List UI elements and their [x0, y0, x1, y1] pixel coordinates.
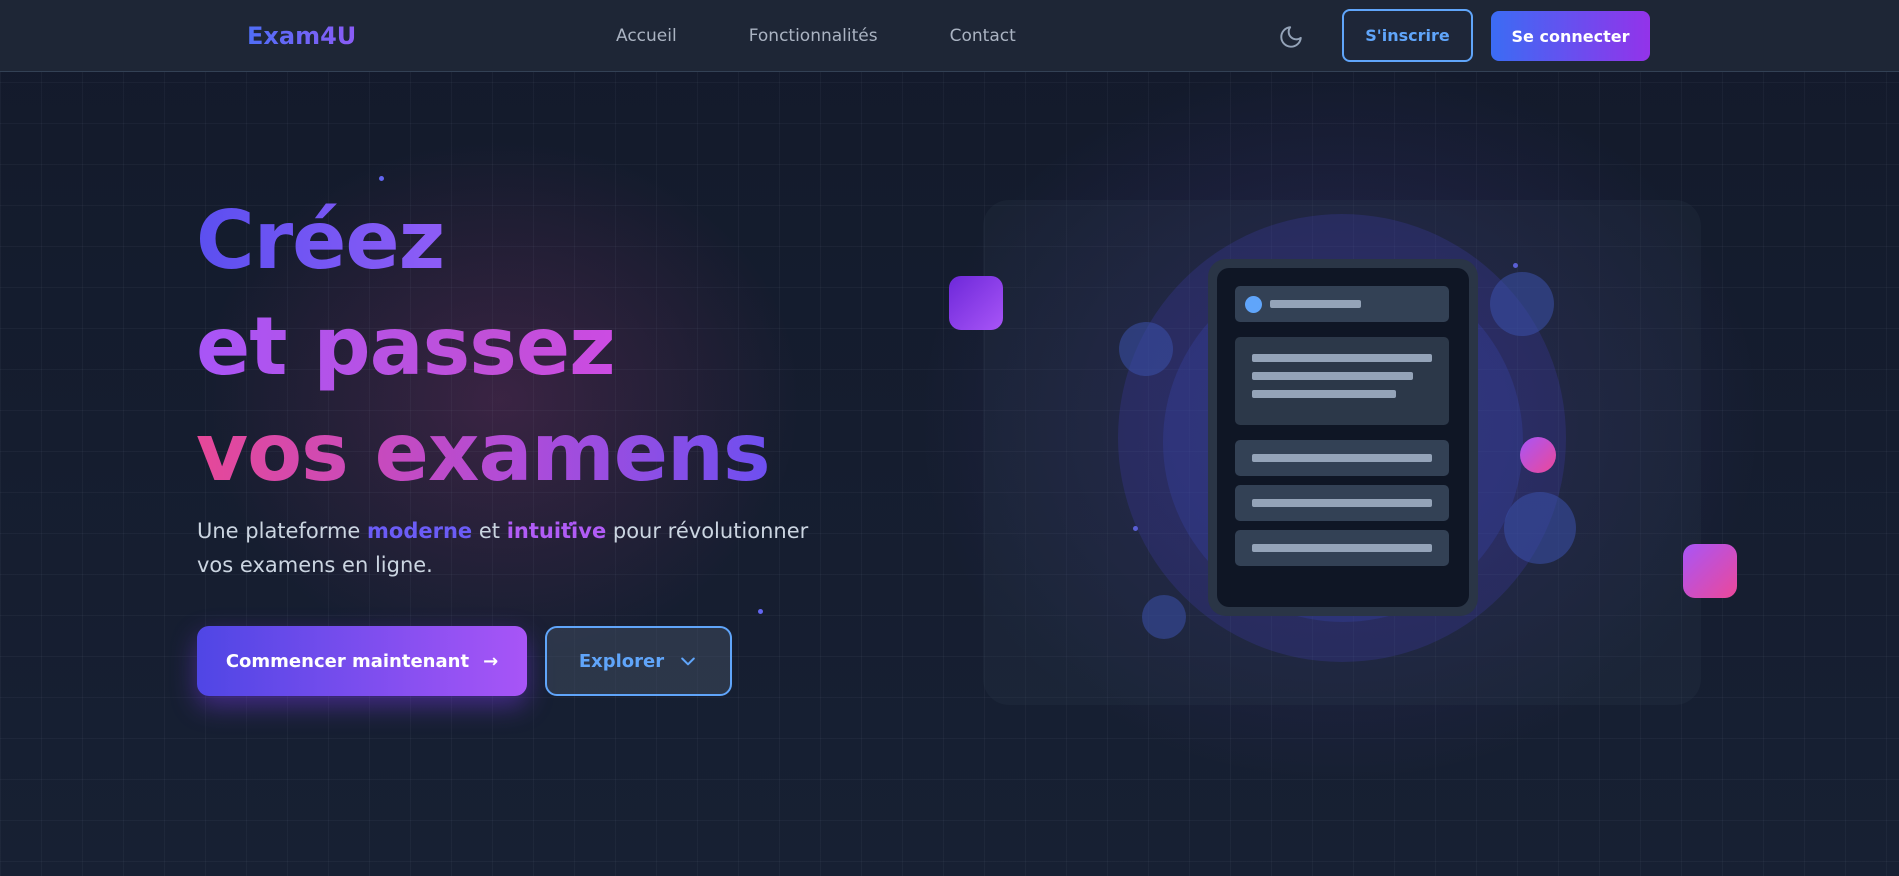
mockup-header-card: [1235, 286, 1449, 322]
mockup-text-line: [1252, 372, 1413, 380]
subtitle-text-start: Une plateforme: [197, 519, 368, 543]
floating-gradient-dot: [1520, 437, 1556, 473]
nav-link-contact[interactable]: Contact: [950, 26, 1016, 46]
start-now-label: Commencer maintenant: [225, 650, 470, 672]
mockup-text-line: [1252, 544, 1432, 552]
mockup-text-line: [1252, 454, 1432, 462]
floating-circle: [1504, 492, 1576, 564]
floating-circle: [1142, 595, 1186, 639]
explore-label: Explorer: [578, 650, 665, 672]
moon-icon: [1280, 26, 1302, 48]
theme-toggle-button[interactable]: [1278, 24, 1304, 50]
floating-square-purple: [949, 276, 1003, 330]
mockup-avatar-dot: [1245, 296, 1262, 313]
subtitle-highlight-moderne: moderne: [367, 519, 473, 543]
login-button[interactable]: Se connecter: [1491, 11, 1650, 61]
explore-button[interactable]: Explorer: [545, 626, 732, 696]
hero-title-line-1: Créez: [196, 188, 770, 294]
decorative-dot: [758, 609, 763, 614]
chevron-down-icon: [681, 657, 695, 666]
mockup-option-row: [1235, 530, 1449, 566]
mockup-text-line: [1252, 390, 1396, 398]
start-now-button[interactable]: Commencer maintenant →: [197, 626, 527, 696]
subtitle-highlight-intuitive: intuitive: [506, 519, 607, 543]
floating-circle: [1490, 272, 1554, 336]
device-mockup: [1208, 259, 1478, 616]
main-nav: Accueil Fonctionnalités Contact: [616, 26, 1088, 46]
nav-link-accueil[interactable]: Accueil: [616, 26, 677, 46]
hero-title: Créez et passez vos examens: [196, 188, 771, 506]
mockup-text-line: [1270, 300, 1361, 308]
subtitle-text-middle: et: [472, 519, 507, 543]
mockup-content-card: [1235, 337, 1449, 425]
floating-circle: [1119, 322, 1173, 376]
hero-title-line-3: vos examens: [196, 400, 771, 506]
mockup-option-row: [1235, 485, 1449, 521]
nav-link-fonctionnalites[interactable]: Fonctionnalités: [749, 26, 878, 46]
device-screen: [1217, 268, 1469, 607]
hero-subtitle: Une plateforme moderne et intuitive pour…: [197, 514, 837, 582]
brand-logo[interactable]: Exam4U: [247, 22, 356, 50]
top-navbar: Exam4U Accueil Fonctionnalités Contact S…: [0, 0, 1899, 72]
decorative-dot: [379, 176, 384, 181]
arrow-right-icon: →: [483, 650, 499, 672]
signup-button[interactable]: S'inscrire: [1342, 9, 1473, 62]
hero-title-line-2: et passez: [196, 294, 770, 400]
mockup-text-line: [1252, 354, 1432, 362]
mockup-text-line: [1252, 499, 1432, 507]
mockup-option-row: [1235, 440, 1449, 476]
decorative-dot: [569, 522, 573, 526]
floating-square-pink: [1683, 544, 1737, 598]
